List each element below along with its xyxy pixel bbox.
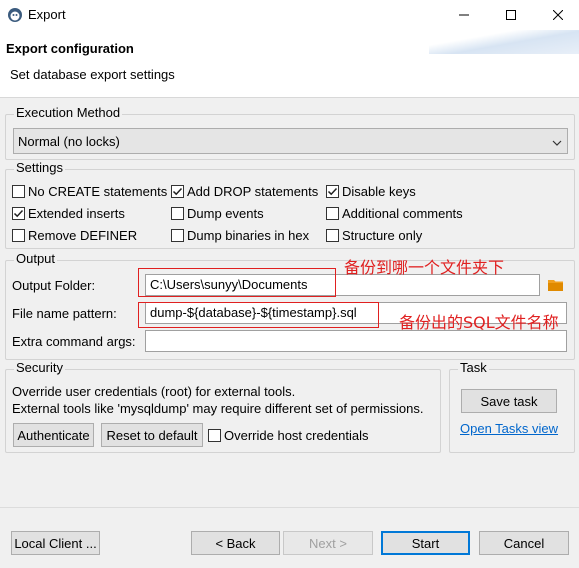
checkbox-label: Override host credentials	[224, 428, 369, 443]
execution-method-value: Normal (no locks)	[18, 133, 120, 149]
checkmark-icon	[172, 187, 183, 196]
checkmark-icon	[13, 209, 24, 218]
checkbox-box[interactable]	[12, 207, 25, 220]
checkbox-box[interactable]	[171, 229, 184, 242]
execution-method-select[interactable]: Normal (no locks)	[13, 128, 568, 154]
annotation-text-folder: 备份到哪一个文件夹下	[344, 258, 505, 277]
local-client-button[interactable]: Local Client ...	[11, 531, 100, 555]
checkbox-disable-keys[interactable]: Disable keys	[326, 184, 416, 199]
close-icon[interactable]	[535, 0, 579, 30]
checkbox-label: Structure only	[342, 228, 423, 243]
checkbox-label: Disable keys	[342, 184, 416, 199]
security-description-line1: Override user credentials (root) for ext…	[12, 384, 296, 399]
wizard-header: Export configuration Set database export…	[0, 30, 579, 98]
checkbox-label: No CREATE statements	[28, 184, 168, 199]
dbeaver-beaver-icon	[7, 7, 23, 23]
open-tasks-view-link[interactable]: Open Tasks view	[460, 421, 558, 436]
security-legend: Security	[14, 360, 65, 375]
save-task-button[interactable]: Save task	[461, 389, 557, 413]
checkbox-label: Additional comments	[342, 206, 463, 221]
checkbox-dump-binaries-in-hex[interactable]: Dump binaries in hex	[171, 228, 309, 243]
file-name-pattern-label: File name pattern:	[12, 306, 117, 321]
checkbox-extended-inserts[interactable]: Extended inserts	[12, 206, 125, 221]
checkbox-no-create-statements[interactable]: No CREATE statements	[12, 184, 167, 199]
checkbox-override-host-credentials[interactable]: Override host credentials	[208, 428, 369, 443]
window-title: Export	[28, 7, 66, 22]
page-subtitle: Set database export settings	[10, 67, 175, 82]
output-legend: Output	[14, 251, 58, 266]
checkbox-box[interactable]	[326, 207, 339, 220]
extra-command-args-label: Extra command args:	[12, 334, 136, 349]
checkbox-label: Extended inserts	[28, 206, 125, 221]
checkbox-label: Dump events	[187, 206, 264, 221]
checkbox-box[interactable]	[12, 229, 25, 242]
checkbox-box[interactable]	[12, 185, 25, 198]
checkbox-box[interactable]	[326, 185, 339, 198]
checkbox-box[interactable]	[208, 429, 221, 442]
checkbox-label: Add DROP statements	[187, 184, 319, 199]
page-title: Export configuration	[6, 41, 134, 56]
checkbox-box[interactable]	[171, 185, 184, 198]
minimize-icon[interactable]	[441, 0, 487, 30]
back-button[interactable]: < Back	[191, 531, 280, 555]
output-folder-label: Output Folder:	[12, 278, 96, 293]
execution-method-legend: Execution Method	[14, 105, 123, 120]
checkbox-additional-comments[interactable]: Additional comments	[326, 206, 463, 221]
cancel-button[interactable]: Cancel	[479, 531, 569, 555]
reset-to-default-button[interactable]: Reset to default	[101, 423, 203, 447]
checkbox-remove-definer[interactable]: Remove DEFINER	[12, 228, 137, 243]
settings-legend: Settings	[14, 160, 65, 175]
checkbox-add-drop-statements[interactable]: Add DROP statements	[171, 184, 318, 199]
security-description-line2: External tools like 'mysqldump' may requ…	[12, 401, 424, 416]
title-bar: Export	[0, 0, 579, 30]
chevron-down-icon	[552, 136, 562, 146]
header-banner	[429, 30, 579, 54]
checkbox-dump-events[interactable]: Dump events	[171, 206, 264, 221]
next-button[interactable]: Next >	[283, 531, 373, 555]
extra-command-args-input[interactable]	[145, 330, 567, 352]
checkbox-box[interactable]	[326, 229, 339, 242]
checkmark-icon	[327, 187, 338, 196]
footer-separator	[0, 507, 579, 508]
folder-icon[interactable]	[548, 278, 564, 295]
start-button[interactable]: Start	[381, 531, 470, 555]
maximize-icon[interactable]	[488, 0, 534, 30]
checkbox-box[interactable]	[171, 207, 184, 220]
authenticate-button[interactable]: Authenticate	[13, 423, 94, 447]
checkbox-structure-only[interactable]: Structure only	[326, 228, 422, 243]
checkbox-label: Remove DEFINER	[28, 228, 138, 243]
checkbox-label: Dump binaries in hex	[187, 228, 310, 243]
task-legend: Task	[458, 360, 489, 375]
